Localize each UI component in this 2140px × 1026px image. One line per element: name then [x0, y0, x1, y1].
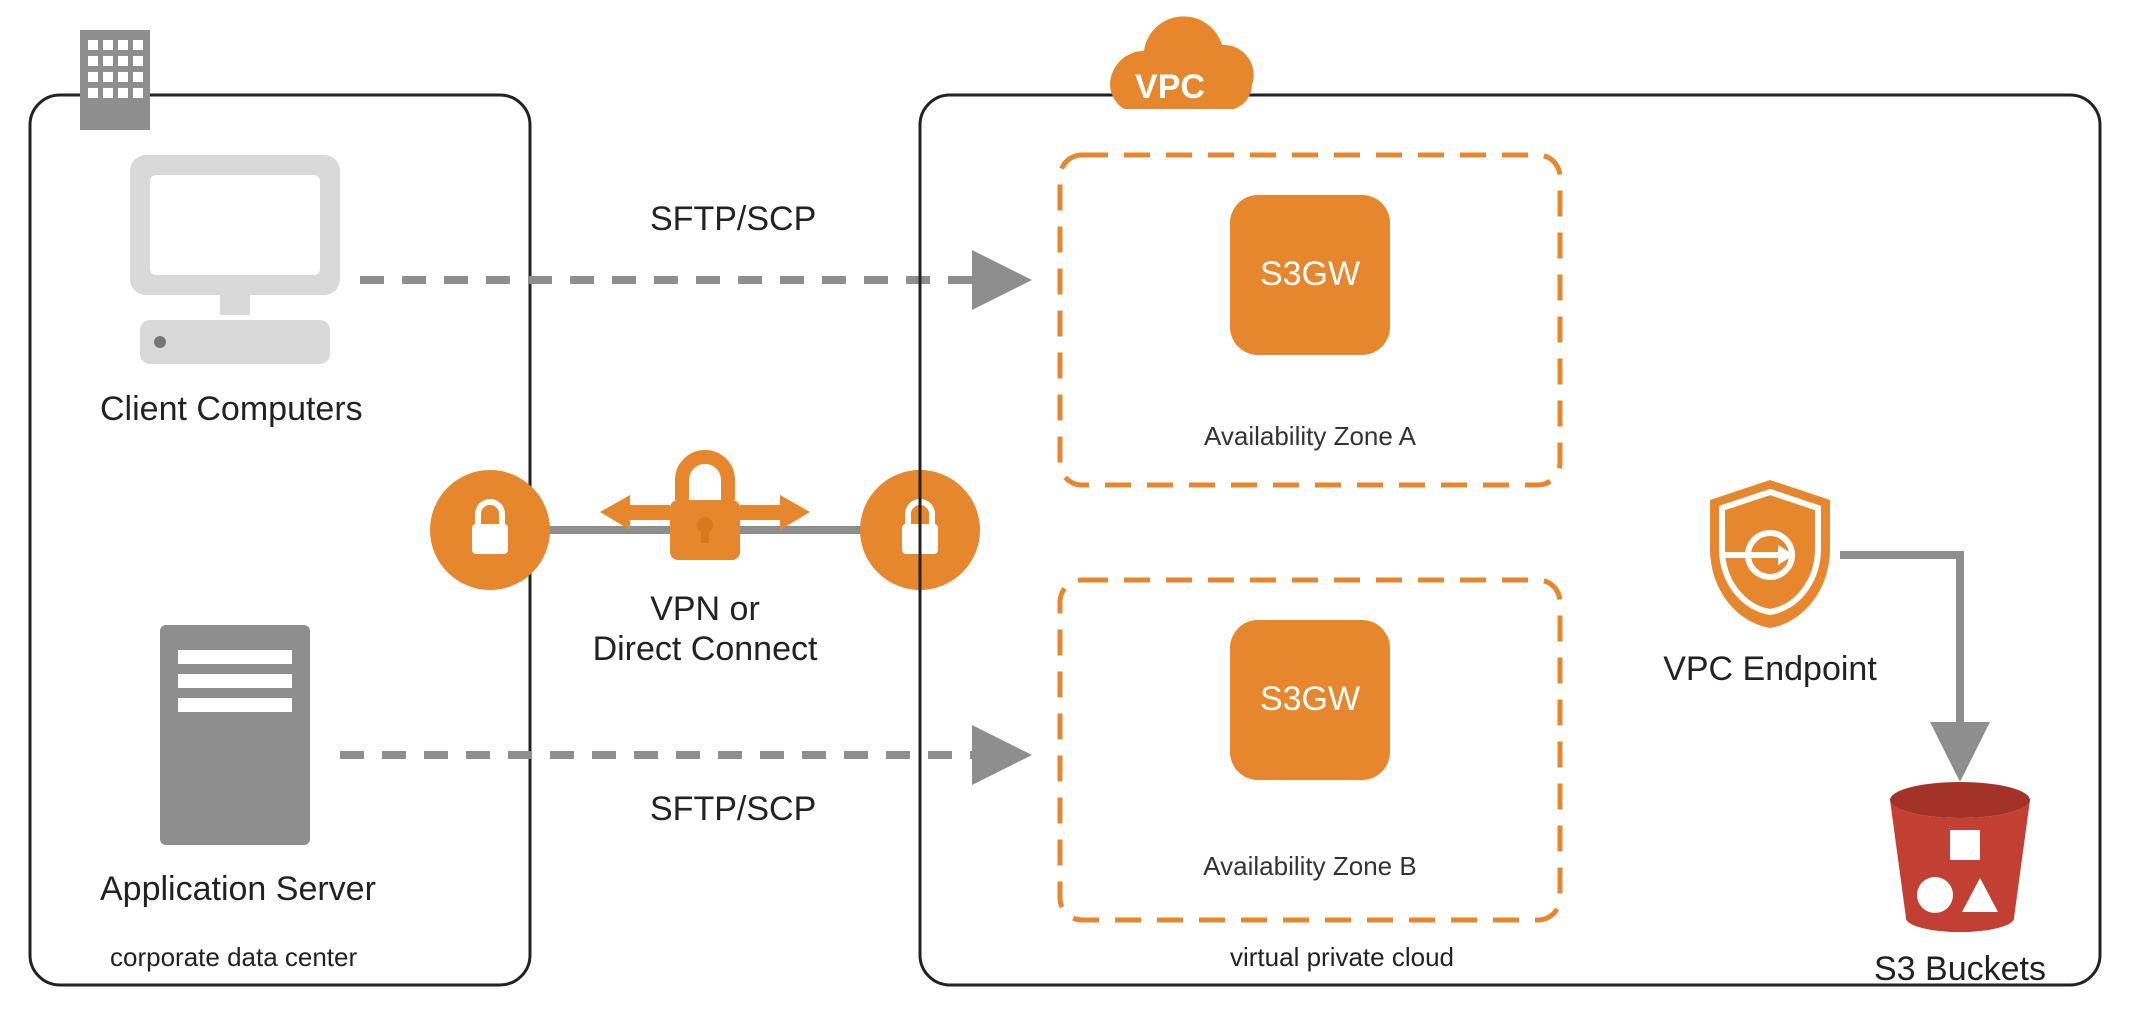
bottom-protocol-label: SFTP/SCP	[650, 790, 816, 828]
vpc-cloud-icon: VPC	[1110, 16, 1254, 109]
client-computer-icon	[130, 155, 340, 364]
gateway-lock-icon	[600, 457, 810, 560]
vpn-label-line2: Direct Connect	[593, 630, 818, 668]
architecture-diagram: corporate data center Client Computers A…	[0, 0, 2140, 1026]
vpc-caption: virtual private cloud	[1230, 942, 1454, 972]
s3-buckets-label: S3 Buckets	[1874, 950, 2046, 988]
vpc-container: virtual private cloud VPC S3GW Availabil…	[920, 16, 2100, 988]
application-server-icon	[160, 625, 310, 845]
az-a-label: Availability Zone A	[1204, 421, 1417, 451]
top-protocol-label: SFTP/SCP	[650, 200, 816, 238]
vpc-badge-label: VPC	[1135, 68, 1205, 106]
lock-circle-left-icon	[430, 470, 550, 590]
building-icon	[80, 30, 150, 130]
vpn-label-line1: VPN or	[650, 590, 760, 628]
s3gw-a-label: S3GW	[1260, 255, 1360, 293]
s3-bucket-icon	[1890, 782, 2030, 932]
datacenter-caption: corporate data center	[110, 942, 357, 972]
availability-zone-b: S3GW Availability Zone B	[1060, 580, 1560, 920]
az-b-label: Availability Zone B	[1203, 851, 1416, 881]
vpc-endpoint-label: VPC Endpoint	[1663, 650, 1877, 688]
connection-group: SFTP/SCP SFTP/SCP VPN or Direct Connect	[340, 200, 1020, 828]
s3gw-b-label: S3GW	[1260, 680, 1360, 718]
client-computers-label: Client Computers	[100, 390, 363, 428]
application-server-label: Application Server	[100, 870, 376, 908]
vpc-endpoint-icon	[1710, 480, 1830, 628]
availability-zone-a: S3GW Availability Zone A	[1060, 155, 1560, 485]
